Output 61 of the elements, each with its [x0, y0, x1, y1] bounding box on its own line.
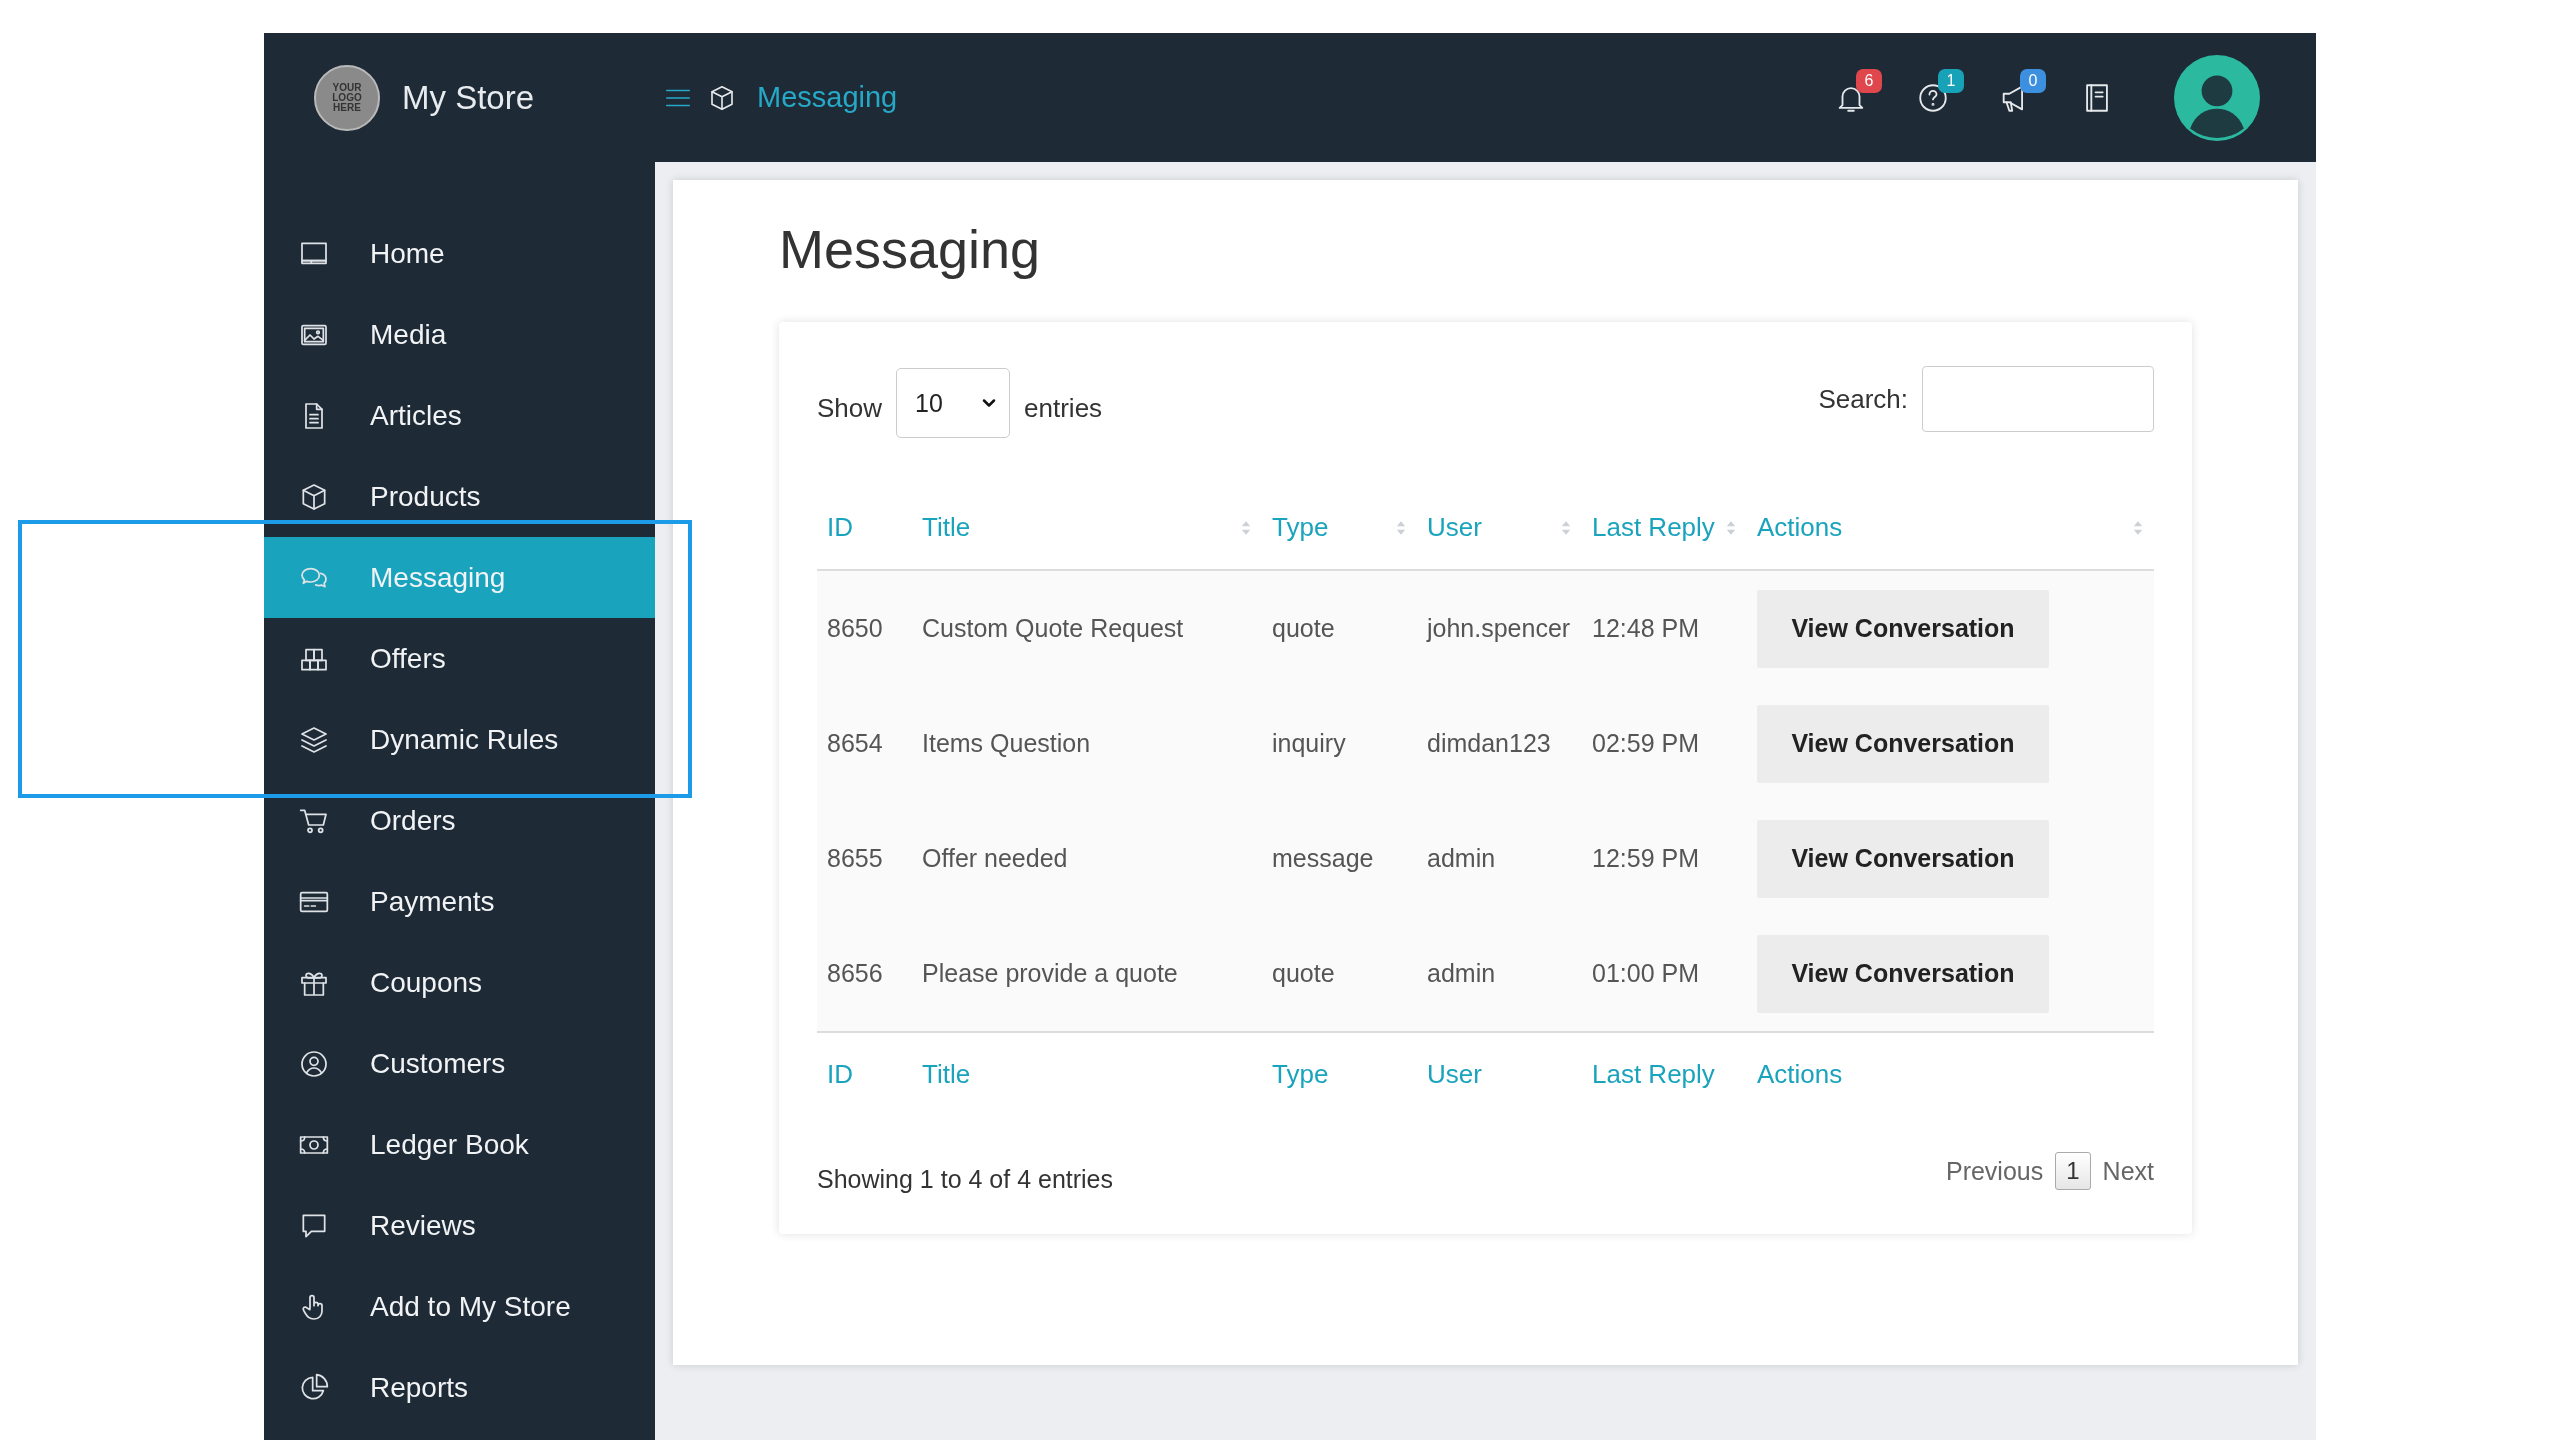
- table-cell: dimdan123: [1427, 729, 1551, 757]
- avatar-silhouette-icon[interactable]: [2174, 54, 2260, 141]
- table-cell: 8656: [827, 959, 883, 987]
- sidebar-item[interactable]: Products: [264, 456, 655, 537]
- notification-badge: 6: [1856, 68, 1882, 93]
- sidebar-item[interactable]: Home: [264, 213, 655, 294]
- sidebar-item[interactable]: Coupons: [264, 942, 655, 1023]
- view-conversation-button[interactable]: View Conversation: [1757, 819, 2049, 898]
- table-cell: message: [1272, 844, 1374, 872]
- sidebar-item[interactable]: Media: [264, 294, 655, 375]
- table-cell: 12:48 PM: [1592, 614, 1699, 642]
- page-button[interactable]: 1: [2055, 1152, 2091, 1190]
- table-cell: 02:59 PM: [1592, 729, 1699, 757]
- view-conversation-button[interactable]: View Conversation: [1757, 589, 2049, 668]
- table-cell: Please provide a quote: [922, 959, 1178, 987]
- view-conversation-button[interactable]: View Conversation: [1757, 934, 2049, 1013]
- next-link[interactable]: Next: [2102, 1156, 2154, 1186]
- sidebar-item[interactable]: Dynamic Rules: [264, 699, 655, 780]
- table-cell: Custom Quote Request: [922, 614, 1184, 642]
- column-footer: ID: [827, 1059, 853, 1089]
- table-cell: 8654: [827, 729, 883, 757]
- column-footer: User: [1427, 1059, 1482, 1089]
- table-cell: 12:59 PM: [1592, 844, 1699, 872]
- breadcrumb-link[interactable]: Messaging: [757, 81, 898, 114]
- sidebar-item[interactable]: Add to My Store: [264, 1266, 655, 1347]
- sidebar-item[interactable]: Articles: [264, 375, 655, 456]
- sidebar-item[interactable]: Offers: [264, 618, 655, 699]
- page-size-dropdown[interactable]: 10: [896, 368, 1011, 438]
- show-label: Show: [817, 392, 883, 424]
- notification-badge: 0: [2020, 68, 2046, 93]
- table-cell: john.spencer: [1427, 614, 1571, 642]
- column-footer: Last Reply: [1592, 1059, 1715, 1089]
- column-footer: Type: [1272, 1059, 1329, 1089]
- sidebar-item[interactable]: Ledger Book: [264, 1104, 655, 1185]
- table-cell: quote: [1272, 959, 1335, 987]
- table-cell: admin: [1427, 844, 1496, 872]
- page-title: Messaging: [779, 218, 1042, 280]
- table-cell: admin: [1427, 959, 1496, 987]
- column-footer: Title: [922, 1059, 971, 1089]
- sidebar-item[interactable]: Orders: [264, 780, 655, 861]
- entries-label: entries: [1024, 392, 1103, 424]
- view-conversation-button[interactable]: View Conversation: [1757, 704, 2049, 783]
- sidebar-item[interactable]: Reports: [264, 1347, 655, 1428]
- column-footer: Actions: [1757, 1059, 1843, 1089]
- sidebar-item[interactable]: Reviews: [264, 1185, 655, 1266]
- notification-badge: 1: [1938, 68, 1964, 93]
- table-cell: inquiry: [1272, 729, 1346, 757]
- table-cell: 8655: [827, 844, 883, 872]
- table-info: Showing 1 to 4 of 4 entries: [817, 1165, 1114, 1194]
- search-field[interactable]: [1922, 366, 2154, 432]
- table-cell: Offer needed: [922, 844, 1068, 872]
- sidebar-item[interactable]: Payments: [264, 861, 655, 942]
- search-label: Search:: [1818, 383, 1908, 415]
- table-cell: 01:00 PM: [1592, 959, 1699, 987]
- sidebar-item[interactable]: Customers: [264, 1023, 655, 1104]
- logo-text: YOUR LOGO HERE: [331, 82, 363, 113]
- table-cell: quote: [1272, 614, 1335, 642]
- previous-link[interactable]: Previous: [1945, 1156, 2044, 1186]
- table-cell: 8650: [827, 614, 883, 642]
- table-cell: Items Question: [922, 729, 1091, 757]
- store-name: My Store: [402, 78, 535, 117]
